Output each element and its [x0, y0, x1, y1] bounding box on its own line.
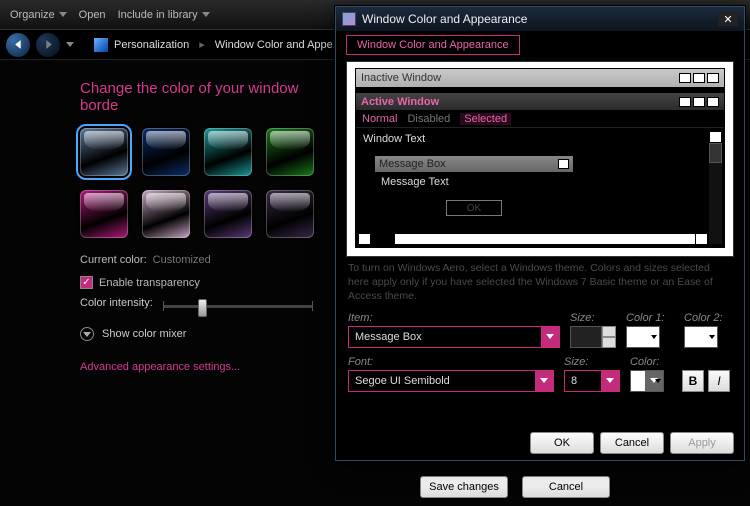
color-swatch[interactable] [266, 190, 314, 238]
save-changes-button[interactable]: Save changes [420, 476, 508, 498]
show-color-mixer-label: Show color mixer [102, 328, 186, 340]
preview-msgbox-text: Message Text [375, 172, 573, 196]
dialog-tab[interactable]: Window Color and Appearance [346, 35, 520, 55]
preview-active-controls [679, 97, 719, 107]
back-button[interactable] [6, 33, 30, 57]
color-swatch[interactable] [80, 128, 128, 176]
advanced-appearance-link[interactable]: Advanced appearance settings... [80, 361, 340, 373]
dialog-button-row: OK Cancel Apply [530, 432, 734, 454]
ok-button[interactable]: OK [530, 432, 594, 454]
preview-msgbox-title: Message Box [379, 158, 446, 170]
bold-button[interactable]: B [682, 370, 704, 392]
item-combo[interactable]: Message Box [348, 326, 560, 348]
chevron-down-icon [80, 327, 94, 341]
intensity-label: Color intensity: [80, 297, 153, 309]
dialog-titlebar[interactable]: Window Color and Appearance ✕ [336, 7, 744, 31]
item-label: Item: [348, 312, 560, 324]
show-color-mixer[interactable]: Show color mixer [80, 327, 340, 341]
transparency-label: Enable transparency [99, 277, 200, 289]
color-swatch[interactable] [204, 128, 252, 176]
font-combo[interactable]: Segoe UI Semibold [348, 370, 554, 392]
color1-button[interactable] [626, 326, 660, 348]
font-label: Font: [348, 356, 554, 368]
intensity-slider-thumb[interactable] [198, 299, 207, 317]
organize-menu[interactable]: Organize [10, 9, 67, 21]
preview-hscroll[interactable] [358, 233, 708, 245]
forward-button[interactable] [36, 33, 60, 57]
history-dropdown-icon[interactable] [66, 42, 74, 47]
dropdown-icon [541, 327, 559, 347]
font-color-label: Color: [630, 356, 672, 368]
page-heading: Change the color of your window borde [80, 80, 340, 114]
breadcrumb-personalization[interactable]: Personalization [114, 39, 189, 51]
color-swatch-grid [80, 128, 340, 238]
dlg-cancel-button[interactable]: Cancel [600, 432, 664, 454]
size-label: Size: [570, 312, 616, 324]
preview-inactive-window[interactable]: Inactive Window [355, 68, 725, 94]
hint-text: To turn on Windows Aero, select a Window… [346, 257, 734, 312]
transparency-checkbox[interactable]: ✓ [80, 276, 93, 289]
preview-menu-normal: Normal [362, 113, 397, 125]
breadcrumb-window-color[interactable]: Window Color and Appe... [215, 39, 342, 51]
color-swatch[interactable] [80, 190, 128, 238]
font-combo-value: Segoe UI Semibold [355, 375, 450, 387]
font-size-label: Size: [564, 356, 620, 368]
dropdown-icon [601, 371, 619, 391]
preview-inactive-title: Inactive Window [361, 72, 441, 84]
preview-msgbox-close-icon [558, 159, 569, 169]
color-swatch[interactable] [142, 190, 190, 238]
intensity-slider[interactable] [163, 299, 313, 308]
font-size-value: 8 [571, 375, 577, 387]
dropdown-icon [535, 371, 553, 391]
preview-menu[interactable]: Normal Disabled Selected [356, 111, 724, 128]
color-swatch[interactable] [266, 128, 314, 176]
preview-vscroll[interactable] [709, 131, 722, 244]
cancel-button[interactable]: Cancel [522, 476, 610, 498]
preview-pane: Inactive Window Active Window Normal Dis… [346, 61, 734, 257]
preview-inactive-controls [679, 73, 719, 83]
dropdown-icon [645, 371, 663, 391]
size-spinner[interactable] [602, 326, 616, 348]
color-swatch[interactable] [204, 190, 252, 238]
preview-msgbox-ok[interactable]: OK [446, 200, 502, 216]
preview-message-box[interactable]: Message Box Message Text OK [374, 155, 574, 223]
color-panel: Change the color of your window borde Cu… [80, 80, 340, 373]
include-library-menu[interactable]: Include in library [118, 9, 210, 21]
current-color-value: Customized [153, 254, 211, 266]
font-size-combo[interactable]: 8 [564, 370, 620, 392]
appearance-dialog: Window Color and Appearance ✕ Window Col… [335, 6, 745, 461]
color-swatch[interactable] [142, 128, 190, 176]
window-icon [94, 38, 108, 52]
dialog-icon [342, 12, 356, 26]
italic-button[interactable]: I [708, 370, 730, 392]
close-button[interactable]: ✕ [718, 12, 738, 26]
current-color-row: Current color: Customized [80, 254, 340, 266]
size-field[interactable] [570, 326, 602, 348]
preview-active-title: Active Window [361, 96, 439, 108]
font-color-button[interactable] [630, 370, 664, 392]
color2-button[interactable] [684, 326, 718, 348]
main-button-row: Save changes Cancel [420, 476, 610, 498]
open-button[interactable]: Open [79, 9, 106, 21]
color2-label: Color 2: [684, 312, 732, 324]
current-color-label: Current color: [80, 254, 147, 266]
color1-label: Color 1: [626, 312, 674, 324]
preview-menu-disabled: Disabled [407, 113, 450, 125]
apply-button[interactable]: Apply [670, 432, 734, 454]
dialog-title-text: Window Color and Appearance [362, 12, 527, 26]
preview-menu-selected: Selected [460, 113, 511, 125]
item-combo-value: Message Box [355, 331, 422, 343]
preview-active-window[interactable]: Active Window Normal Disabled Selected W… [355, 92, 725, 248]
